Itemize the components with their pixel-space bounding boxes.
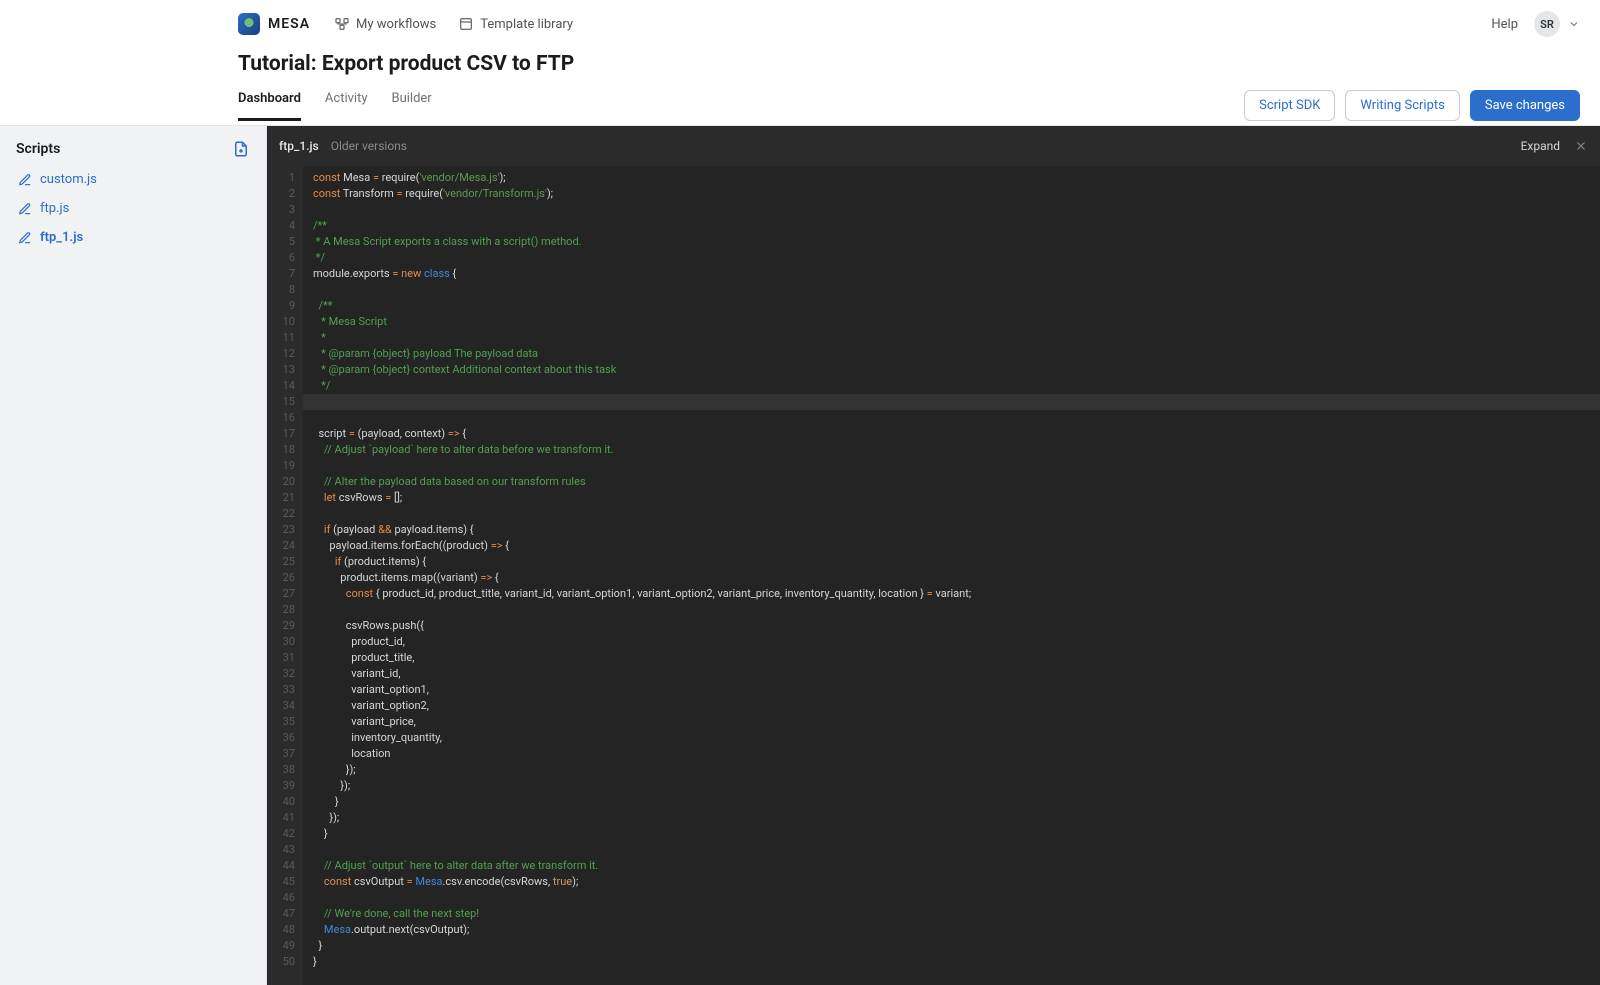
templates-icon [458, 16, 474, 32]
file-item-label: ftp_1.js [40, 230, 83, 245]
titlebar: Tutorial: Export product CSV to FTP [0, 48, 1600, 86]
script-sdk-button[interactable]: Script SDK [1244, 90, 1335, 121]
nav-my-workflows[interactable]: My workflows [334, 16, 436, 32]
topbar: MESA My workflows Template library Help … [0, 0, 1600, 48]
brand[interactable]: MESA [238, 13, 310, 35]
page-title: Tutorial: Export product CSV to FTP [238, 52, 1580, 76]
editor-filename: ftp_1.js [279, 139, 319, 153]
sidebar-header: Scripts [12, 140, 254, 168]
code-area[interactable]: 1234567891011121314151617181920212223242… [267, 166, 1600, 985]
editor-header: ftp_1.js Older versions Expand [267, 126, 1600, 166]
file-item-custom-js[interactable]: custom.js [12, 168, 254, 191]
workflows-icon [334, 16, 350, 32]
nav-template-library[interactable]: Template library [458, 16, 573, 32]
brand-name: MESA [268, 16, 310, 32]
tab-dashboard[interactable]: Dashboard [238, 91, 301, 121]
edit-icon [18, 202, 32, 216]
close-icon[interactable] [1574, 139, 1588, 153]
file-item-ftp-js[interactable]: ftp.js [12, 197, 254, 220]
line-gutter: 1234567891011121314151617181920212223242… [267, 166, 303, 985]
help-link[interactable]: Help [1491, 17, 1518, 32]
nav-my-workflows-label: My workflows [356, 17, 436, 32]
save-button[interactable]: Save changes [1470, 90, 1580, 121]
file-item-label: custom.js [40, 172, 97, 187]
edit-icon [18, 231, 32, 245]
file-list: custom.js ftp.js ftp_1.js [12, 168, 254, 249]
tab-activity[interactable]: Activity [325, 91, 368, 121]
add-file-icon[interactable] [232, 140, 250, 158]
expand-button[interactable]: Expand [1521, 139, 1560, 153]
topnav: My workflows Template library [334, 16, 573, 32]
sidebar-title: Scripts [16, 141, 60, 157]
user-menu[interactable]: SR [1534, 11, 1580, 37]
tabs: Dashboard Activity Builder [238, 91, 432, 121]
chevron-down-icon [1568, 18, 1580, 30]
page-actions: Script SDK Writing Scripts Save changes [1244, 90, 1580, 121]
older-versions-link[interactable]: Older versions [331, 139, 407, 153]
brand-icon [238, 13, 260, 35]
tab-builder[interactable]: Builder [391, 91, 431, 121]
edit-icon [18, 173, 32, 187]
avatar: SR [1534, 11, 1560, 37]
nav-template-library-label: Template library [480, 17, 573, 32]
workspace: Scripts custom.js ftp.js ftp_1.js ftp_1.js… [0, 126, 1600, 985]
sidebar: Scripts custom.js ftp.js ftp_1.js [0, 126, 267, 985]
editor: ftp_1.js Older versions Expand 123456789… [267, 126, 1600, 985]
subhead: Dashboard Activity Builder Script SDK Wr… [0, 86, 1600, 126]
writing-scripts-button[interactable]: Writing Scripts [1345, 90, 1459, 121]
code-content[interactable]: const Mesa = require('vendor/Mesa.js'); … [303, 166, 1600, 985]
file-item-ftp_1-js[interactable]: ftp_1.js [12, 226, 254, 249]
file-item-label: ftp.js [40, 201, 69, 216]
